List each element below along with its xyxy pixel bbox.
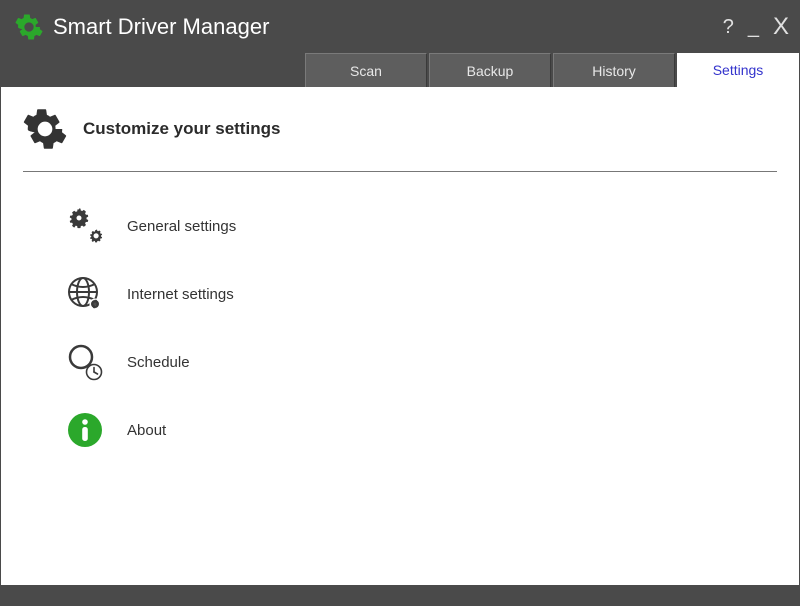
tab-label: History (592, 63, 636, 79)
app-logo-gear-icon (15, 13, 43, 41)
gear-icon (23, 107, 67, 151)
app-window: Smart Driver Manager ? _ X Scan Backup H… (0, 0, 800, 606)
settings-item-label: About (127, 422, 166, 439)
settings-item-general[interactable]: General settings (65, 206, 777, 246)
tab-history[interactable]: History (553, 53, 675, 87)
settings-list: General settings (23, 172, 777, 450)
settings-item-label: Schedule (127, 354, 190, 371)
title-bar: Smart Driver Manager ? _ X (1, 1, 799, 53)
gears-icon (65, 206, 105, 246)
help-icon[interactable]: ? (723, 17, 734, 37)
tab-settings[interactable]: Settings (677, 53, 799, 87)
tab-label: Settings (713, 62, 764, 78)
globe-gear-icon (65, 274, 105, 314)
tab-backup[interactable]: Backup (429, 53, 551, 87)
window-controls: ? _ X (723, 15, 789, 39)
app-title: Smart Driver Manager (53, 14, 723, 40)
settings-item-schedule[interactable]: Schedule (65, 342, 777, 382)
tab-label: Backup (467, 63, 514, 79)
page-header: Customize your settings (23, 107, 777, 172)
tab-bar: Scan Backup History Settings (1, 53, 799, 87)
page-title: Customize your settings (83, 119, 280, 139)
minimize-icon[interactable]: _ (748, 17, 759, 37)
close-icon[interactable]: X (773, 15, 789, 39)
settings-item-label: General settings (127, 218, 236, 235)
settings-item-label: Internet settings (127, 286, 234, 303)
info-icon (65, 410, 105, 450)
bottom-bar (1, 585, 799, 605)
magnify-clock-icon (65, 342, 105, 382)
settings-item-internet[interactable]: Internet settings (65, 274, 777, 314)
settings-item-about[interactable]: About (65, 410, 777, 450)
tab-scan[interactable]: Scan (305, 53, 427, 87)
tab-label: Scan (350, 63, 382, 79)
content-area: Customize your settings (1, 87, 799, 585)
